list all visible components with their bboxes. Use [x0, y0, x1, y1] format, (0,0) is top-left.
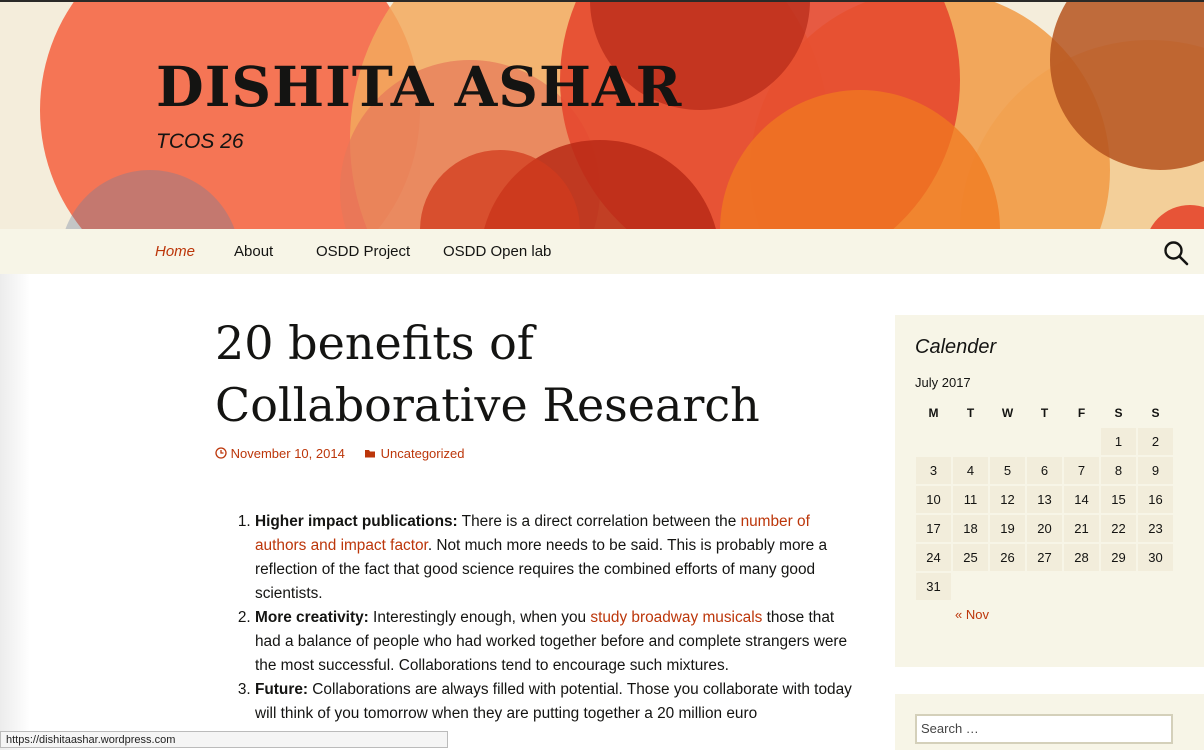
list-item-text: Interestingly enough, when you: [368, 609, 591, 626]
calendar-day: 31: [916, 573, 951, 600]
calendar-week-row: 12: [916, 428, 1173, 455]
site-title[interactable]: DISHITA ASHAR: [156, 54, 682, 119]
post-title[interactable]: 20 benefits of Collaborative Research: [215, 312, 815, 436]
calendar-empty-cell: [1101, 573, 1136, 600]
calendar-day: 12: [990, 486, 1025, 513]
nav-item-osdd-project[interactable]: OSDD Project: [316, 243, 410, 260]
calendar-day: 10: [916, 486, 951, 513]
calendar-empty-cell: [1027, 573, 1062, 600]
calendar-day: 9: [1138, 457, 1173, 484]
list-item-heading: Future:: [255, 681, 309, 698]
list-item-heading: More creativity:: [255, 609, 369, 626]
calendar-day: 11: [953, 486, 988, 513]
calendar-day: 4: [953, 457, 988, 484]
post-date-link[interactable]: November 10, 2014: [215, 446, 345, 461]
folder-icon: [365, 450, 375, 458]
calendar-day: 19: [990, 515, 1025, 542]
calendar-caption: July 2017: [915, 375, 971, 390]
post-date: November 10, 2014: [230, 446, 345, 461]
calendar-empty-cell: [1138, 573, 1173, 600]
weekday-label: T: [966, 406, 975, 420]
clock-icon: [215, 447, 227, 459]
calendar-day: 21: [1064, 515, 1099, 542]
calendar-day: 25: [953, 544, 988, 571]
calendar-empty-cell: [953, 428, 988, 455]
weekday-label: S: [1151, 406, 1160, 420]
calendar-empty-cell: [1064, 428, 1099, 455]
calendar-day: 24: [916, 544, 951, 571]
nav-item-home[interactable]: Home: [155, 243, 195, 260]
calendar-day: 30: [1138, 544, 1173, 571]
search-icon[interactable]: [1163, 240, 1189, 266]
calendar-day: 28: [1064, 544, 1099, 571]
calendar-table: M T W T F S S 1 2 3 4 5 6 7 8 9 10 11 12 13 14 15 16 17 1…: [914, 398, 1175, 602]
calendar-day: 8: [1101, 457, 1136, 484]
calendar-day: 17: [916, 515, 951, 542]
list-item: More creativity: Interestingly enough, w…: [255, 606, 855, 678]
list-item-heading: Higher impact publications:: [255, 513, 458, 530]
calendar-day: 22: [1101, 515, 1136, 542]
post-content-list: Higher impact publications: There is a d…: [230, 510, 855, 726]
calendar-day: 20: [1027, 515, 1062, 542]
window-top-border: [0, 0, 1204, 2]
calendar-week-row: 31: [916, 573, 1173, 600]
widget-title: Calender: [915, 336, 997, 358]
calendar-day: 23: [1138, 515, 1173, 542]
calendar-day: 14: [1064, 486, 1099, 513]
site-description: TCOS 26: [156, 130, 244, 153]
post-category-link[interactable]: Uncategorized: [364, 446, 464, 461]
site-header: DISHITA ASHAR TCOS 26: [0, 0, 1204, 229]
calendar-day: 5: [990, 457, 1025, 484]
calendar-empty-cell: [1064, 573, 1099, 600]
calendar-week-row: 24 25 26 27 28 29 30: [916, 544, 1173, 571]
weekday-label: M: [928, 406, 939, 420]
calendar-week-row: 3456789: [916, 457, 1173, 484]
list-item: Future: Collaborations are always filled…: [255, 678, 855, 726]
calendar-day: 7: [1064, 457, 1099, 484]
weekday-label: S: [1114, 406, 1123, 420]
calendar-day: 13: [1027, 486, 1062, 513]
calendar-empty-cell: [953, 573, 988, 600]
broadway-musicals-link[interactable]: study broadway musicals: [590, 609, 762, 626]
calendar-day: 29: [1101, 544, 1136, 571]
post-title-line-1: 20 benefits of: [215, 316, 534, 370]
calendar-day: 27: [1027, 544, 1062, 571]
weekday-label: W: [1001, 406, 1014, 420]
calendar-empty-cell: [990, 428, 1025, 455]
calendar-empty-cell: [1027, 428, 1062, 455]
weekday-label: F: [1077, 406, 1086, 420]
calendar-day: 1: [1101, 428, 1136, 455]
calendar-day: 18: [953, 515, 988, 542]
main-navigation: Home About OSDD Project OSDD Open lab: [0, 229, 1204, 274]
calendar-day: 26: [990, 544, 1025, 571]
calendar-empty-cell: [916, 428, 951, 455]
calendar-body: 1 2 3 4 5 6 7 8 9 10 11 12 13 14 15 16 17 18 19 20 21 22 23 24 2…: [916, 428, 1173, 600]
status-bar-url: https://dishitaashar.wordpress.com: [0, 731, 448, 748]
page-shadow: [0, 274, 30, 750]
calendar-day: 15: [1101, 486, 1136, 513]
nav-item-about[interactable]: About: [234, 243, 273, 260]
calendar-week-row: 17 18 19 20 21 22 23: [916, 515, 1173, 542]
calendar-prev-link[interactable]: « Nov: [955, 607, 989, 622]
list-item-text: Collaborations are always filled with po…: [255, 681, 852, 722]
calendar-week-row: 10 11 12 13 14 15 16: [916, 486, 1173, 513]
calendar-day: 2: [1138, 428, 1173, 455]
post-category: Uncategorized: [380, 446, 465, 461]
calendar-weekday-row: M T W T F S S: [916, 400, 1173, 426]
weekday-label: T: [1040, 406, 1049, 420]
nav-item-osdd-open-lab[interactable]: OSDD Open lab: [443, 243, 551, 260]
search-input[interactable]: Search …: [915, 714, 1173, 744]
post-title-line-2: Collaborative Research: [215, 378, 760, 432]
calendar-day: 6: [1027, 457, 1062, 484]
calendar-day: 3: [916, 457, 951, 484]
list-item-text: There is a direct correlation between th…: [457, 513, 741, 530]
list-item: Higher impact publications: There is a d…: [255, 510, 855, 606]
calendar-day: 16: [1138, 486, 1173, 513]
calendar-empty-cell: [990, 573, 1025, 600]
